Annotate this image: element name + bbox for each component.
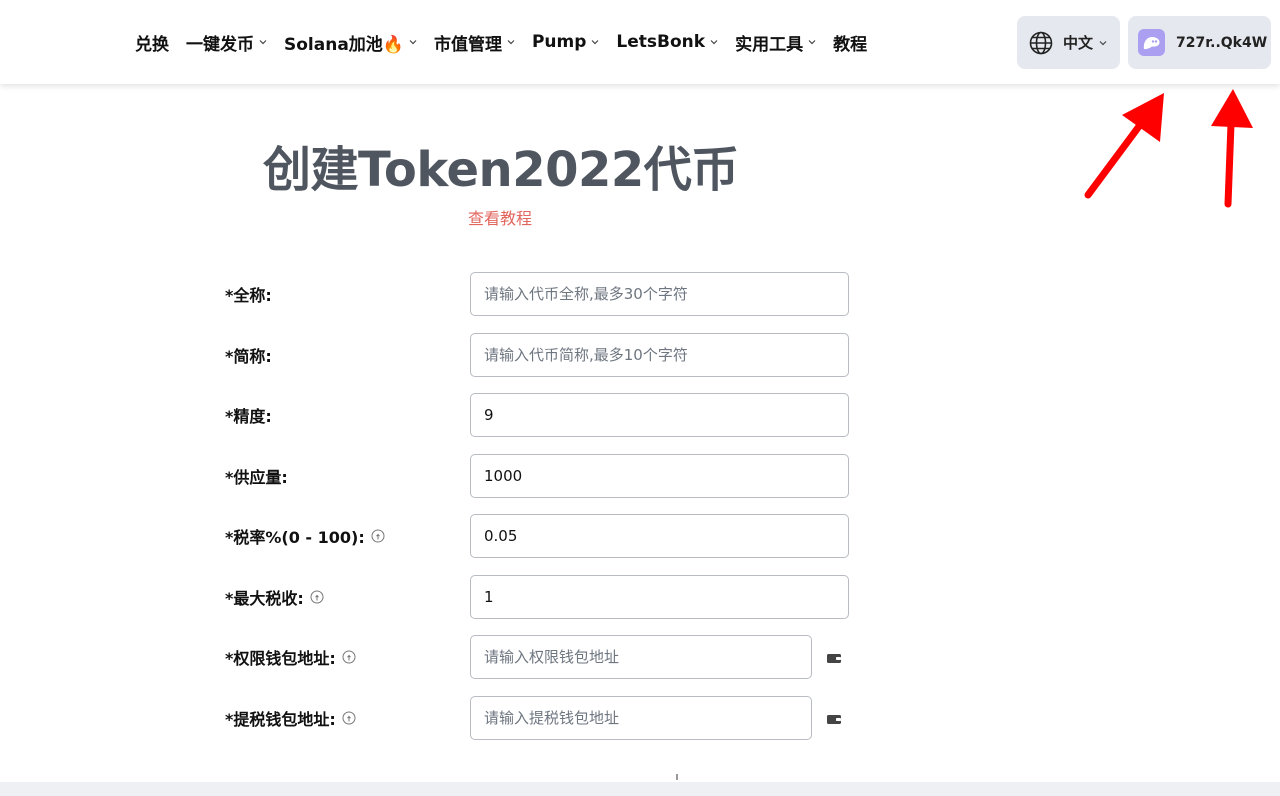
form-row-authority-wallet: *权限钱包地址:	[225, 635, 855, 679]
supply-input[interactable]	[470, 454, 849, 498]
nav-item-swap[interactable]: 兑换	[135, 30, 169, 55]
form-row-symbol: *简称:	[225, 333, 855, 377]
nav-label: LetsBonk	[616, 32, 706, 52]
nav-label: Solana加池🔥	[284, 34, 404, 55]
chevron-down-icon	[710, 38, 718, 46]
field-label: *提税钱包地址:	[225, 710, 336, 729]
form-row-max-tax: *最大税收:	[225, 575, 855, 619]
authority-wallet-input[interactable]	[470, 635, 812, 679]
nav-item-tutorial[interactable]: 教程	[833, 30, 867, 55]
nav-item-create-token[interactable]: 一键发币	[186, 30, 267, 55]
wallet-button[interactable]: 727r..Qk4W	[1128, 16, 1271, 69]
nav-item-solana-pool[interactable]: Solana加池🔥	[284, 30, 417, 55]
form-row-name: *全称:	[225, 272, 855, 316]
chevron-down-icon	[409, 38, 417, 46]
top-navigation-bar: 兑换 一键发币 Solana加池🔥 市值管理 Pump LetsBonk 实用工…	[0, 0, 1280, 84]
nav-label: 教程	[833, 34, 868, 55]
nav-label: 市值管理	[433, 34, 502, 55]
view-tutorial-link[interactable]: 查看教程	[468, 205, 532, 229]
withdraw-wallet-input[interactable]	[470, 696, 812, 740]
chevron-down-icon	[507, 38, 515, 46]
language-selector[interactable]: 中文	[1017, 16, 1120, 69]
language-label: 中文	[1063, 34, 1094, 52]
chevron-down-icon	[808, 38, 816, 46]
footer-strip	[0, 782, 1280, 796]
tax-rate-input[interactable]	[470, 514, 849, 558]
field-label: *简称:	[225, 347, 272, 366]
field-label: *供应量:	[225, 468, 288, 487]
field-label: *全称:	[225, 286, 272, 305]
annotation-arrow-head	[1122, 93, 1164, 142]
nav-item-letsbonk[interactable]: LetsBonk	[616, 32, 718, 52]
token-name-input[interactable]	[470, 272, 849, 316]
annotation-arrow-shaft	[1084, 121, 1144, 199]
field-label-wrap: *提税钱包地址:	[225, 696, 356, 740]
nav-item-market-cap[interactable]: 市值管理	[434, 30, 515, 55]
form-row-supply: *供应量:	[225, 454, 855, 498]
info-icon[interactable]	[371, 529, 385, 543]
main-nav: 兑换 一键发币 Solana加池🔥 市值管理 Pump LetsBonk 实用工…	[135, 0, 884, 84]
field-label-wrap: *权限钱包地址:	[225, 635, 356, 679]
nav-item-pump[interactable]: Pump	[532, 32, 599, 52]
wallet-icon[interactable]	[826, 711, 842, 725]
annotation-arrow-head	[1211, 89, 1253, 128]
field-label: *税率%(0 - 100):	[225, 528, 365, 547]
annotation-arrow-shaft	[1224, 120, 1235, 208]
form-row-decimals: *精度:	[225, 393, 855, 437]
nav-label: 兑换	[135, 34, 169, 55]
field-label-wrap: *税率%(0 - 100):	[225, 514, 385, 558]
form-row-withdraw-wallet: *提税钱包地址:	[225, 696, 855, 740]
nav-item-tools[interactable]: 实用工具	[735, 30, 816, 55]
chevron-down-icon	[591, 38, 599, 46]
nav-label: 实用工具	[735, 34, 804, 55]
decimals-input[interactable]	[470, 393, 849, 437]
info-icon[interactable]	[342, 711, 356, 725]
field-label: *最大税收:	[225, 589, 304, 608]
form-row-tax-rate: *税率%(0 - 100):	[225, 514, 855, 558]
nav-label: 一键发币	[186, 34, 254, 55]
chevron-down-icon	[259, 38, 267, 46]
field-label-wrap: *最大税收:	[225, 575, 324, 619]
nav-label: Pump	[531, 32, 587, 52]
max-tax-input[interactable]	[470, 575, 849, 619]
field-label: *权限钱包地址:	[225, 649, 336, 668]
wallet-address: 727r..Qk4W	[1176, 34, 1268, 51]
wallet-icon[interactable]	[826, 650, 842, 664]
globe-icon	[1028, 30, 1054, 56]
token-symbol-input[interactable]	[470, 333, 849, 377]
info-icon[interactable]	[342, 650, 356, 664]
chevron-down-icon	[1099, 39, 1107, 47]
page-title: 创建Token2022代币	[263, 142, 739, 198]
field-label: *精度:	[225, 407, 272, 426]
divider	[676, 774, 678, 780]
info-icon[interactable]	[310, 590, 324, 604]
phantom-ghost-icon	[1138, 29, 1165, 56]
